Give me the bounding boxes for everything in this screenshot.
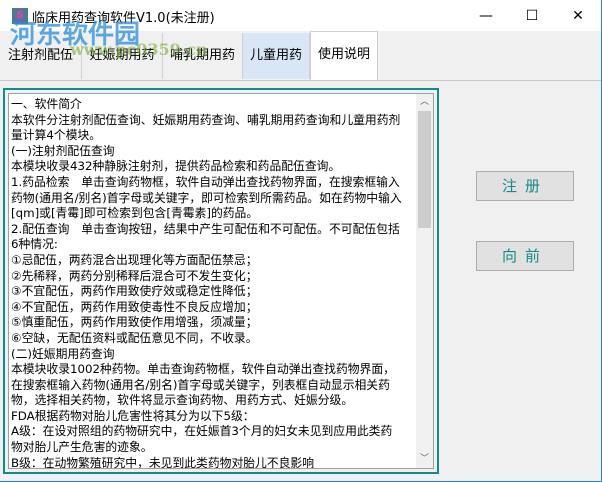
text-line: ⑥空缺，无配伍资料或配伍意见不同，不收录。: [11, 330, 258, 345]
text-line: ②先稀释，两药分别稀释后混合可不发生变化；: [11, 268, 258, 283]
instructions-panel: 一、软件简介 本软件分注射剂配伍查询、妊娠期用药查询、哺乳期用药查询和儿童用药剂量…: [0, 80, 601, 482]
text-line: 1.药品检索 单击查询药物框，软件自动弹出查找药物界面，在搜索框输入: [11, 174, 400, 189]
text-line: 物，选择相关药物，软件将显示查询药物、用药方式、妊娠分级。: [11, 393, 354, 408]
text-frame: 一、软件简介 本软件分注射剂配伍查询、妊娠期用药查询、哺乳期用药查询和儿童用药剂量…: [3, 88, 439, 474]
tab-pregnancy[interactable]: 妊娠期用药: [82, 33, 163, 79]
close-button[interactable]: ✕: [555, 0, 601, 31]
text-line: ④不宜配伍，两药作用致使毒性不良反应增加；: [11, 299, 258, 314]
tab-pediatric[interactable]: 儿童用药: [243, 33, 310, 79]
tab-injection-compatibility[interactable]: 注射剂配伍: [0, 33, 82, 79]
app-icon: S: [12, 8, 28, 24]
text-line: ③不宜配伍，两药作用致使疗效或稳定性降低；: [11, 284, 258, 299]
instructions-text: 一、软件简介 本软件分注射剂配伍查询、妊娠期用药查询、哺乳期用药查询和儿童用药剂量…: [11, 97, 416, 469]
text-line: B级：在动物繁殖研究中，未见到此类药物对胎儿不良影响: [11, 455, 315, 469]
maximize-button[interactable]: ☐: [509, 0, 555, 31]
text-line: 2.配伍查询 单击查询按钮，结果中产生可配伍和不可配伍。不可配伍包括: [11, 221, 400, 236]
scroll-down-icon[interactable]: ﹀: [416, 451, 433, 468]
text-line: (二)妊娠期用药查询: [11, 346, 115, 361]
scrollbar-thumb[interactable]: [418, 111, 431, 228]
text-line: 本模块收录432种静脉注射剂，提供药品检索和药品配伍查询。: [11, 159, 341, 174]
tab-instructions[interactable]: 使用说明: [310, 31, 378, 81]
text-line: 本模块收录1002种药物。单击查询药物框，软件自动弹出查找药物界面，: [11, 362, 395, 377]
scroll-up-icon[interactable]: ︿: [416, 94, 433, 111]
vertical-scrollbar[interactable]: ︿ ﹀: [416, 94, 433, 468]
text-line: ①忌配伍，两药混合出现理化等方面配伍禁忌；: [11, 252, 258, 267]
forward-button[interactable]: 向前: [476, 241, 574, 271]
text-line: 物对胎儿产生危害的迹象。: [11, 440, 153, 455]
text-line: (一)注射剂配伍查询: [11, 143, 115, 158]
text-line: 一、软件简介: [11, 97, 82, 111]
minimize-button[interactable]: —: [463, 0, 509, 31]
register-button[interactable]: 注册: [476, 171, 574, 201]
title-bar: S 临床用药查询软件V1.0(未注册) — ☐ ✕: [0, 0, 601, 31]
app-window: S 临床用药查询软件V1.0(未注册) — ☐ ✕ 注射剂配伍 妊娠期用药 哺乳…: [0, 0, 602, 482]
text-line: 本软件分注射剂配伍查询、妊娠期用药查询、哺乳期用药查询和儿童用药剂: [11, 112, 401, 127]
instructions-textarea[interactable]: 一、软件简介 本软件分注射剂配伍查询、妊娠期用药查询、哺乳期用药查询和儿童用药剂量…: [8, 93, 434, 469]
text-line: 药物(通用名/别名)首字母或关键字，即可检索到所需药品。如在药物中输入: [11, 190, 402, 205]
text-line: ⑤慎重配伍，两药作用致使作用增强，须减量；: [11, 315, 258, 330]
text-line: 在搜索框输入药物(通用名/别名)首字母或关键字，列表框自动显示相关药: [11, 377, 390, 392]
text-line: A级：在设对照组的药物研究中，在妊娠首3个月的妇女未见到应用此类药: [11, 424, 393, 439]
text-line: FDA根据药物对胎儿危害性将其分为以下5级：: [11, 408, 255, 423]
text-line: 量计算4个模块。: [11, 128, 102, 143]
tab-lactation[interactable]: 哺乳期用药: [163, 33, 243, 79]
text-line: 6种情况:: [11, 237, 58, 252]
text-line: [qm]或[青霉]即可检索到包含[青霉素]的药品。: [11, 206, 259, 221]
window-title: 临床用药查询软件V1.0(未注册): [32, 11, 215, 26]
